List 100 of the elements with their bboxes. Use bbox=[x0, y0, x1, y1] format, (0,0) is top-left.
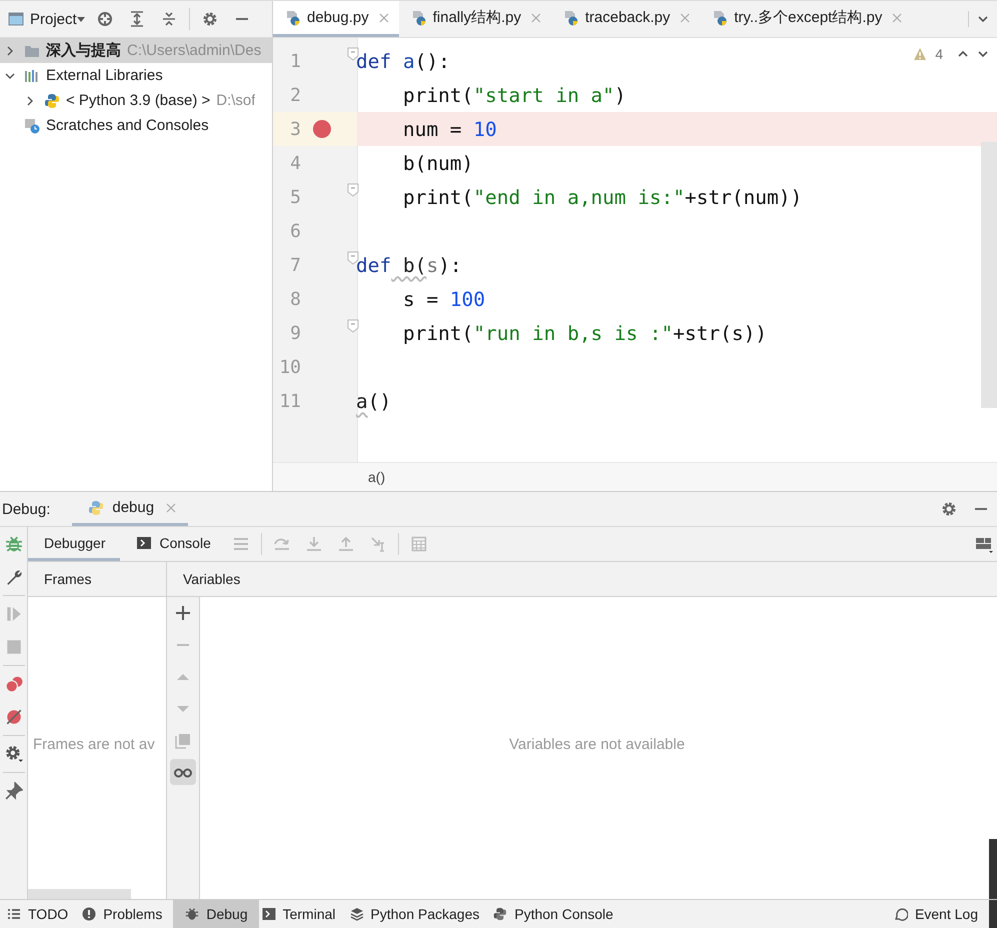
tree-item[interactable]: Scratches and Consoles bbox=[0, 113, 272, 138]
line-number: 9 bbox=[289, 322, 301, 344]
settings-icon[interactable] bbox=[4, 745, 22, 763]
editor-tab[interactable]: debug.py bbox=[273, 1, 399, 37]
tool-window-label: TODO bbox=[28, 906, 68, 922]
scratch-icon bbox=[24, 118, 40, 134]
python-file-icon bbox=[563, 10, 580, 26]
tree-label: External Libraries bbox=[46, 67, 163, 84]
chevron-icon[interactable] bbox=[25, 96, 35, 106]
breakpoints-icon[interactable] bbox=[4, 675, 22, 693]
window-icon bbox=[8, 11, 24, 27]
tree-label: Scratches and Consoles bbox=[46, 117, 209, 134]
code-line: print("start in a") bbox=[402, 84, 626, 106]
mute-breakpoints-icon[interactable] bbox=[4, 708, 22, 726]
step-over-icon[interactable] bbox=[274, 536, 290, 552]
empty-message: Variables are not available bbox=[508, 736, 685, 752]
tab-label: finally结构.py bbox=[432, 8, 522, 27]
bug-icon[interactable] bbox=[4, 535, 22, 553]
tab-label: debug bbox=[112, 499, 154, 516]
chevron-icon[interactable] bbox=[5, 70, 15, 80]
line-number: 2 bbox=[289, 84, 301, 106]
tree-label: < Python 3.9 (base) > bbox=[66, 92, 210, 109]
tool-window-label: Event Log bbox=[914, 906, 978, 922]
calculator-icon[interactable] bbox=[410, 536, 427, 552]
tree-item[interactable]: 深入与提高 C:\Users\admin\Des bbox=[0, 38, 272, 63]
tab-label: Debugger bbox=[44, 534, 106, 550]
run-to-cursor-icon[interactable] bbox=[370, 536, 386, 552]
tab-label: debug.py bbox=[307, 9, 369, 26]
menu-icon[interactable] bbox=[232, 536, 249, 552]
line-number: 6 bbox=[289, 220, 301, 242]
tree-item[interactable]: < Python 3.9 (base) > D:\sof bbox=[0, 88, 272, 113]
chevron-icon[interactable] bbox=[5, 46, 15, 56]
caret-icon bbox=[76, 16, 85, 22]
session-tab[interactable]: debug bbox=[72, 492, 188, 526]
close-icon[interactable] bbox=[892, 12, 902, 22]
breakpoint-icon[interactable] bbox=[312, 119, 332, 139]
tool-window-button[interactable]: Python Console bbox=[490, 900, 624, 928]
path-text: C:\Users\admin\Des bbox=[127, 42, 262, 59]
copy-icon[interactable] bbox=[175, 733, 191, 749]
plus-icon[interactable] bbox=[175, 605, 191, 621]
tool-window-label: Python Console bbox=[514, 906, 614, 922]
close-icon[interactable] bbox=[166, 502, 176, 512]
empty-message: Frames are not av bbox=[32, 736, 155, 752]
code-line: def b(s): bbox=[356, 254, 462, 276]
scrollbar[interactable] bbox=[28, 889, 131, 899]
line-number: 1 bbox=[289, 50, 301, 72]
tool-window-button[interactable]: Debug bbox=[173, 900, 259, 928]
line-number: 3 bbox=[289, 118, 301, 140]
scrollbar[interactable] bbox=[981, 142, 997, 408]
pin-icon[interactable] bbox=[4, 782, 22, 800]
step-into-icon[interactable] bbox=[306, 536, 322, 552]
scrollbar[interactable] bbox=[989, 900, 997, 928]
tree-item[interactable]: External Libraries bbox=[0, 63, 272, 88]
tool-window-button[interactable]: Python Packages bbox=[346, 900, 490, 928]
step-out-icon[interactable] bbox=[338, 536, 354, 552]
python-icon bbox=[44, 92, 60, 108]
line-number: 11 bbox=[278, 390, 301, 412]
wrench-icon[interactable] bbox=[4, 568, 22, 586]
scrollbar[interactable] bbox=[989, 839, 997, 899]
debugger-tab[interactable]: Console bbox=[120, 527, 225, 561]
editor-tab[interactable]: traceback.py bbox=[551, 1, 700, 37]
code-line: print("end in a,num is:"+str(num)) bbox=[402, 186, 802, 208]
speech-bubble-icon bbox=[894, 907, 908, 921]
layout-icon[interactable] bbox=[975, 535, 993, 553]
settings-icon[interactable] bbox=[202, 11, 218, 27]
tool-window-label: Terminal bbox=[282, 906, 336, 922]
tool-window-button[interactable]: Terminal bbox=[258, 900, 347, 928]
tool-window-label: Problems bbox=[103, 906, 162, 922]
tool-window-button[interactable]: Problems bbox=[79, 900, 174, 928]
tool-window-button[interactable]: TODO bbox=[4, 900, 80, 928]
tab-label: traceback.py bbox=[585, 9, 670, 26]
close-icon[interactable] bbox=[378, 12, 389, 22]
stop-icon[interactable] bbox=[4, 638, 22, 656]
path-text: D:\sof bbox=[216, 92, 256, 109]
settings-icon[interactable] bbox=[941, 501, 957, 517]
tab-label: Console bbox=[160, 534, 211, 550]
code-line: print("run in b,s is :"+str(s)) bbox=[402, 322, 767, 344]
collapse-all-icon[interactable] bbox=[160, 11, 177, 27]
watches-toggle[interactable] bbox=[170, 759, 196, 785]
resume-icon[interactable] bbox=[4, 605, 22, 623]
python-icon bbox=[88, 500, 104, 516]
python-file-icon bbox=[285, 10, 301, 26]
locate-icon[interactable] bbox=[96, 11, 113, 27]
tab-label: try..多个except结构.py bbox=[734, 8, 882, 27]
column-header: Variables bbox=[183, 571, 240, 587]
breadcrumb[interactable]: a() bbox=[368, 469, 386, 485]
code-line: num = 10 bbox=[402, 118, 497, 140]
line-number: 10 bbox=[278, 356, 301, 378]
debugger-tab[interactable]: Debugger bbox=[28, 527, 120, 561]
terminal-icon bbox=[262, 907, 276, 921]
editor-tab[interactable]: finally结构.py bbox=[398, 1, 552, 37]
line-number: 7 bbox=[289, 254, 301, 276]
python-icon bbox=[493, 907, 508, 921]
close-icon[interactable] bbox=[680, 12, 690, 22]
expand-all-icon[interactable] bbox=[128, 11, 145, 27]
event-log-button[interactable]: Event Log bbox=[890, 900, 989, 928]
layers-icon bbox=[350, 907, 364, 921]
close-icon[interactable] bbox=[531, 12, 542, 22]
editor-tab[interactable]: try..多个except结构.py bbox=[700, 1, 912, 37]
project-dropdown[interactable]: Project bbox=[24, 10, 89, 28]
